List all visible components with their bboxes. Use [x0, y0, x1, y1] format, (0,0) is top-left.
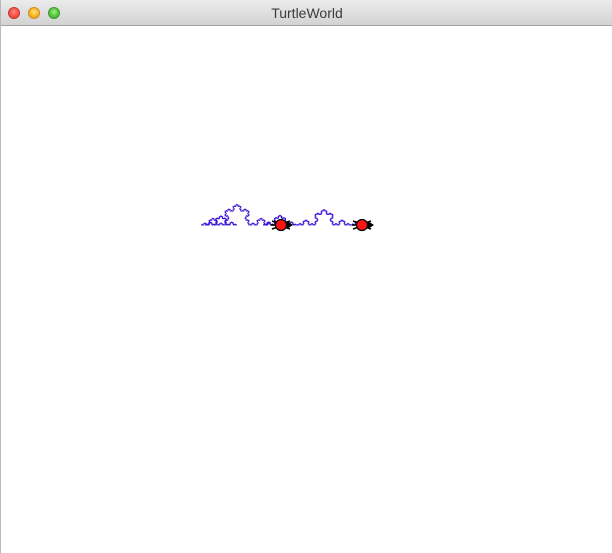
- turtle-canvas[interactable]: [1, 26, 612, 553]
- drawing-surface: [201, 203, 374, 232]
- turtle-icon: [271, 218, 293, 232]
- title-bar[interactable]: TurtleWorld: [1, 0, 612, 26]
- turtleworld-window: TurtleWorld: [0, 0, 612, 553]
- koch-curve-right: [297, 208, 351, 226]
- window-title: TurtleWorld: [271, 5, 343, 21]
- koch-curve-left: [201, 203, 273, 226]
- turtle-icon: [352, 218, 374, 232]
